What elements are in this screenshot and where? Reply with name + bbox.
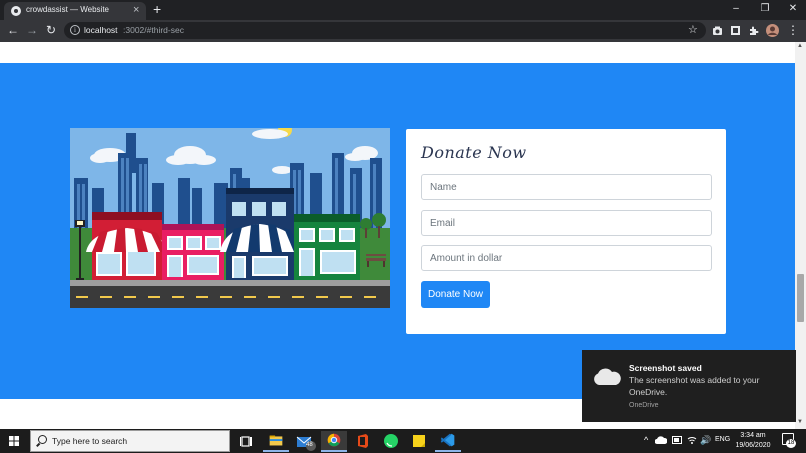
donate-form-card: Donate Now Donate Now	[406, 129, 726, 334]
mail-badge-count: 48	[306, 442, 313, 448]
search-icon	[38, 435, 47, 444]
notification-count: 18	[786, 439, 796, 448]
amount-field[interactable]	[421, 245, 712, 271]
forward-button[interactable]: →	[25, 23, 39, 38]
donate-now-button[interactable]: Donate Now	[421, 281, 490, 308]
browser-menu-button[interactable]: ⋮	[786, 23, 800, 38]
extension-square-icon[interactable]	[730, 25, 741, 36]
back-button[interactable]: ←	[6, 23, 20, 38]
tray-clock[interactable]: 3:34 am 19/06/2020	[732, 431, 774, 451]
screenshot-saved-toast[interactable]: Screenshot saved The screenshot was adde…	[582, 350, 796, 422]
volume-tray-icon[interactable]: 🔊	[700, 435, 711, 446]
bookmark-star-icon[interactable]: ☆	[688, 23, 698, 36]
name-field[interactable]	[421, 174, 712, 200]
url-host: localhost	[84, 25, 118, 35]
vscode-icon[interactable]	[435, 431, 461, 452]
search-placeholder: Type here to search	[52, 436, 128, 446]
office-icon[interactable]	[350, 431, 376, 452]
email-field[interactable]	[421, 210, 712, 236]
browser-tab-strip: crowdassist — Website × + – ❐ ✕	[0, 0, 806, 20]
globe-icon	[11, 6, 21, 16]
reload-button[interactable]: ↻	[44, 23, 58, 38]
toast-app-name: OneDrive	[629, 402, 659, 409]
info-icon[interactable]: i	[70, 25, 80, 35]
taskbar-search-box[interactable]: Type here to search	[30, 430, 230, 452]
puzzle-extensions-icon[interactable]	[748, 25, 759, 36]
minimize-button[interactable]: –	[726, 1, 746, 16]
browser-toolbar: ← → ↻ i localhost :3002/#third-sec ☆ ⋮	[0, 20, 806, 42]
tab-close-button[interactable]: ×	[133, 4, 139, 17]
address-bar[interactable]: i localhost :3002/#third-sec ☆	[64, 22, 706, 39]
tray-date: 19/06/2020	[735, 442, 771, 449]
scroll-down-arrow-icon[interactable]: ▼	[797, 419, 803, 425]
task-view-icon[interactable]	[234, 431, 260, 452]
whatsapp-icon[interactable]	[378, 431, 404, 452]
mail-icon[interactable]	[292, 431, 318, 452]
windows-taskbar: Type here to search 48 ^ 🔊 ENG 3:34 am 1…	[0, 429, 806, 453]
tab-title: crowdassist — Website	[26, 5, 109, 14]
file-explorer-icon[interactable]	[263, 431, 289, 452]
scrollbar-thumb[interactable]	[797, 274, 804, 322]
toast-title: Screenshot saved	[629, 363, 702, 373]
battery-tray-icon[interactable]	[672, 436, 683, 444]
sticky-notes-icon[interactable]	[406, 431, 432, 452]
wifi-tray-icon[interactable]	[687, 435, 697, 445]
windows-start-icon[interactable]	[0, 429, 28, 453]
cloud-icon	[594, 368, 621, 385]
tray-time: 3:34 am	[740, 432, 766, 439]
close-window-button[interactable]: ✕	[783, 1, 803, 16]
onedrive-tray-icon[interactable]	[655, 435, 667, 445]
maximize-button[interactable]: ❐	[755, 1, 775, 16]
input-language[interactable]: ENG	[715, 436, 730, 443]
storefront-illustration	[70, 128, 390, 308]
browser-tab[interactable]: crowdassist — Website ×	[4, 2, 146, 20]
form-title: Donate Now	[421, 143, 527, 162]
page-scrollbar[interactable]: ▲ ▼	[795, 42, 806, 429]
toast-body: The screenshot was added to your OneDriv…	[629, 375, 760, 397]
profile-avatar[interactable]	[766, 24, 779, 37]
camera-extension-icon[interactable]	[712, 25, 723, 36]
url-path: :3002/#third-sec	[123, 25, 184, 35]
donate-section: Donate Now Donate Now	[0, 63, 795, 399]
chrome-icon[interactable]	[321, 431, 347, 452]
new-tab-button[interactable]: +	[153, 2, 161, 17]
tray-chevron-up-icon[interactable]: ^	[644, 435, 648, 445]
scroll-up-arrow-icon[interactable]: ▲	[797, 43, 803, 49]
